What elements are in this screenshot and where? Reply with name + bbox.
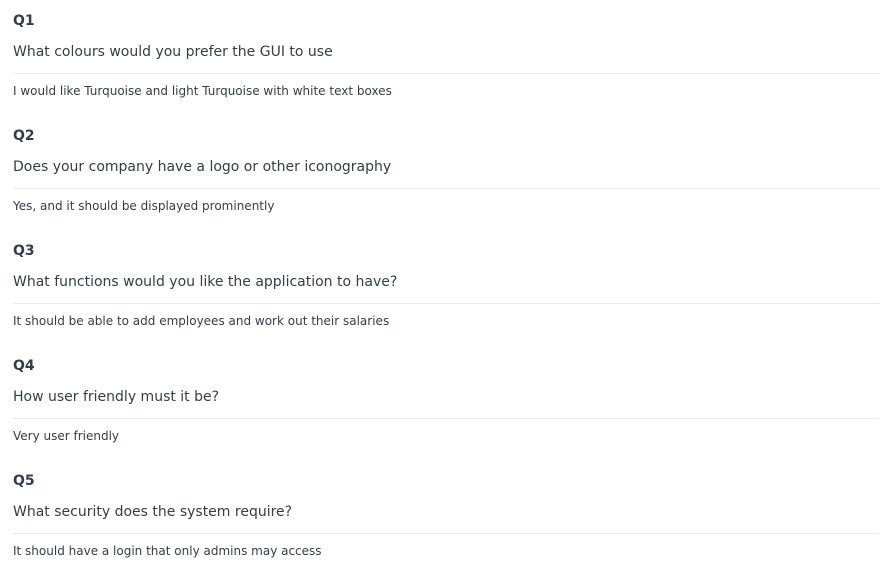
divider — [13, 73, 879, 74]
question-number: Q1 — [13, 13, 35, 29]
question-number: Q4 — [13, 358, 35, 374]
divider — [13, 303, 879, 304]
answer-text: Very user friendly — [13, 429, 120, 443]
question-text: What security does the system require? — [13, 504, 293, 520]
question-block-q2: Q2 Does your company have a logo or othe… — [0, 115, 885, 230]
question-block-q4: Q4 How user friendly must it be? Very us… — [0, 345, 885, 460]
question-number: Q5 — [13, 473, 35, 489]
question-block-q5: Q5 What security does the system require… — [0, 460, 885, 575]
question-text: What functions would you like the applic… — [13, 274, 398, 290]
question-number: Q3 — [13, 243, 35, 259]
question-text: What colours would you prefer the GUI to… — [13, 44, 333, 60]
answer-text: I would like Turquoise and light Turquoi… — [13, 84, 392, 98]
divider — [13, 188, 879, 189]
question-block-q3: Q3 What functions would you like the app… — [0, 230, 885, 345]
divider — [13, 533, 879, 534]
divider — [13, 418, 879, 419]
answer-text: Yes, and it should be displayed prominen… — [13, 199, 275, 213]
question-number: Q2 — [13, 128, 35, 144]
answer-text: It should have a login that only admins … — [13, 544, 322, 558]
question-block-q1: Q1 What colours would you prefer the GUI… — [0, 0, 885, 115]
question-text: Does your company have a logo or other i… — [13, 159, 392, 175]
question-text: How user friendly must it be? — [13, 389, 220, 405]
answer-text: It should be able to add employees and w… — [13, 314, 390, 328]
